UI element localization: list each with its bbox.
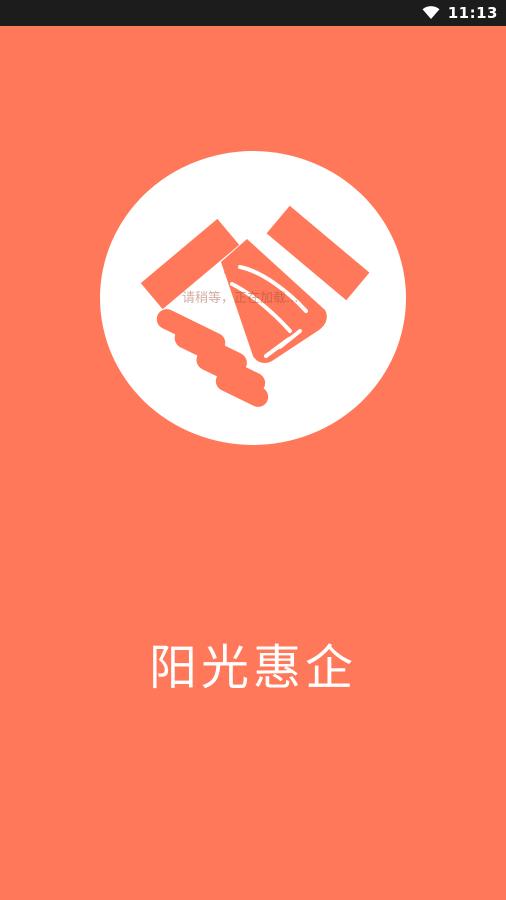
status-bar: 11:13 <box>0 0 506 26</box>
loading-text: 请稍等，正在加载... <box>182 291 299 306</box>
status-right: 11:13 <box>422 0 498 26</box>
status-time: 11:13 <box>447 4 498 22</box>
app-name: 阳光惠企 <box>148 640 357 696</box>
wifi-icon <box>422 6 440 20</box>
splash-screen: 11:13 请稍等，正在加载... 阳光惠企 <box>0 0 506 900</box>
